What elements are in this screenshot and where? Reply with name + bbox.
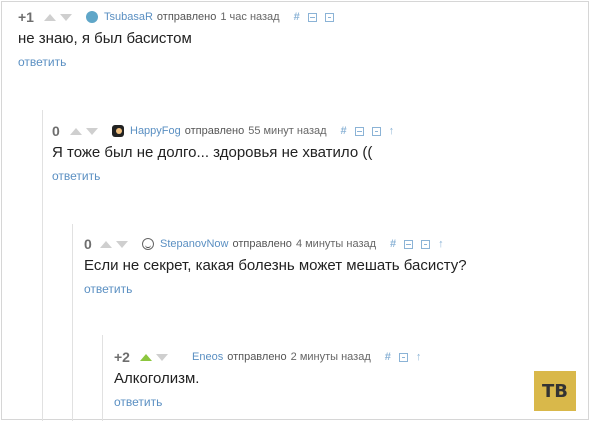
avatar[interactable] [112, 125, 124, 137]
save-icon[interactable] [398, 352, 408, 362]
downvote-icon[interactable] [116, 240, 128, 248]
save-icon[interactable] [421, 239, 431, 249]
comment: +1 TsubasaR отправлено 1 час назад # не … [18, 8, 580, 71]
comment-text: не знаю, я был басистом [18, 30, 192, 47]
collapse-icon[interactable] [404, 239, 414, 249]
comment: 0 HappyFog отправлено 55 минут назад # ↑… [52, 122, 580, 185]
thread-line [42, 110, 43, 421]
username-link[interactable]: StepanovNow [160, 238, 229, 250]
comment-text: Если не секрет, какая болезнь может меша… [84, 257, 467, 274]
downvote-icon[interactable] [156, 353, 168, 361]
vote-controls [100, 240, 132, 248]
timestamp: 4 минуты назад [295, 238, 377, 250]
vote-controls [140, 353, 172, 361]
upvote-icon[interactable] [44, 13, 56, 21]
comment: 0 StepanovNow отправлено 4 минуты назад … [84, 235, 580, 298]
posted-label: отправлено [232, 238, 292, 250]
timestamp: 1 час назад [220, 11, 280, 23]
comment-header: 0 StepanovNow отправлено 4 минуты назад … [84, 235, 580, 253]
comment-header: +1 TsubasaR отправлено 1 час назад # [18, 8, 580, 26]
comment-tools: # [294, 11, 334, 23]
vote-controls [44, 13, 76, 21]
posted-label: отправлено [227, 351, 287, 363]
reply-link[interactable]: ответить [52, 169, 100, 183]
upvote-icon[interactable] [100, 240, 112, 248]
watermark-logo: TB [534, 371, 576, 411]
parent-arrow-icon[interactable]: ↑ [389, 125, 395, 137]
upvote-icon[interactable] [70, 127, 82, 135]
timestamp: 2 минуты назад [290, 351, 371, 363]
comment-rating: +2 [114, 349, 130, 365]
hash-icon[interactable]: # [390, 238, 396, 250]
vote-controls [70, 127, 102, 135]
comment-text: Я тоже был не долго... здоровья не хвати… [52, 144, 373, 161]
comment: +2 Eneos отправлено 2 минуты назад # ↑ А… [114, 348, 580, 411]
save-icon[interactable] [324, 12, 334, 22]
comment-header: +2 Eneos отправлено 2 минуты назад # ↑ [114, 348, 580, 366]
comment-rating: 0 [52, 123, 60, 139]
reply-link[interactable]: ответить [84, 282, 132, 296]
upvote-icon[interactable] [140, 353, 152, 361]
comment-tools: # ↑ [390, 238, 444, 250]
reply-link[interactable]: ответить [18, 55, 66, 69]
posted-label: отправлено [156, 11, 217, 23]
collapse-icon[interactable] [307, 12, 317, 22]
timestamp: 55 минут назад [248, 125, 327, 137]
thread-line [72, 224, 73, 421]
hash-icon[interactable]: # [294, 11, 300, 23]
comment-text: Алкоголизм. [114, 370, 200, 387]
comment-tools: # ↑ [385, 351, 422, 363]
avatar[interactable] [86, 11, 98, 23]
comment-header: 0 HappyFog отправлено 55 минут назад # ↑ [52, 122, 580, 140]
hash-icon[interactable]: # [385, 351, 391, 363]
username-link[interactable]: TsubasaR [104, 11, 153, 23]
comment-rating: 0 [84, 236, 92, 252]
reply-link[interactable]: ответить [114, 395, 162, 409]
hash-icon[interactable]: # [341, 125, 347, 137]
avatar[interactable] [142, 238, 154, 250]
comments-panel: +1 TsubasaR отправлено 1 час назад # не … [1, 1, 589, 421]
thread-line [102, 335, 103, 421]
collapse-icon[interactable] [354, 126, 364, 136]
username-link[interactable]: Eneos [192, 351, 223, 363]
downvote-icon[interactable] [60, 13, 72, 21]
parent-arrow-icon[interactable]: ↑ [438, 238, 444, 250]
comment-tools: # ↑ [341, 125, 395, 137]
username-link[interactable]: HappyFog [130, 125, 181, 137]
comment-rating: +1 [18, 9, 34, 25]
downvote-icon[interactable] [86, 127, 98, 135]
parent-arrow-icon[interactable]: ↑ [416, 351, 422, 363]
posted-label: отправлено [184, 125, 245, 137]
save-icon[interactable] [371, 126, 381, 136]
